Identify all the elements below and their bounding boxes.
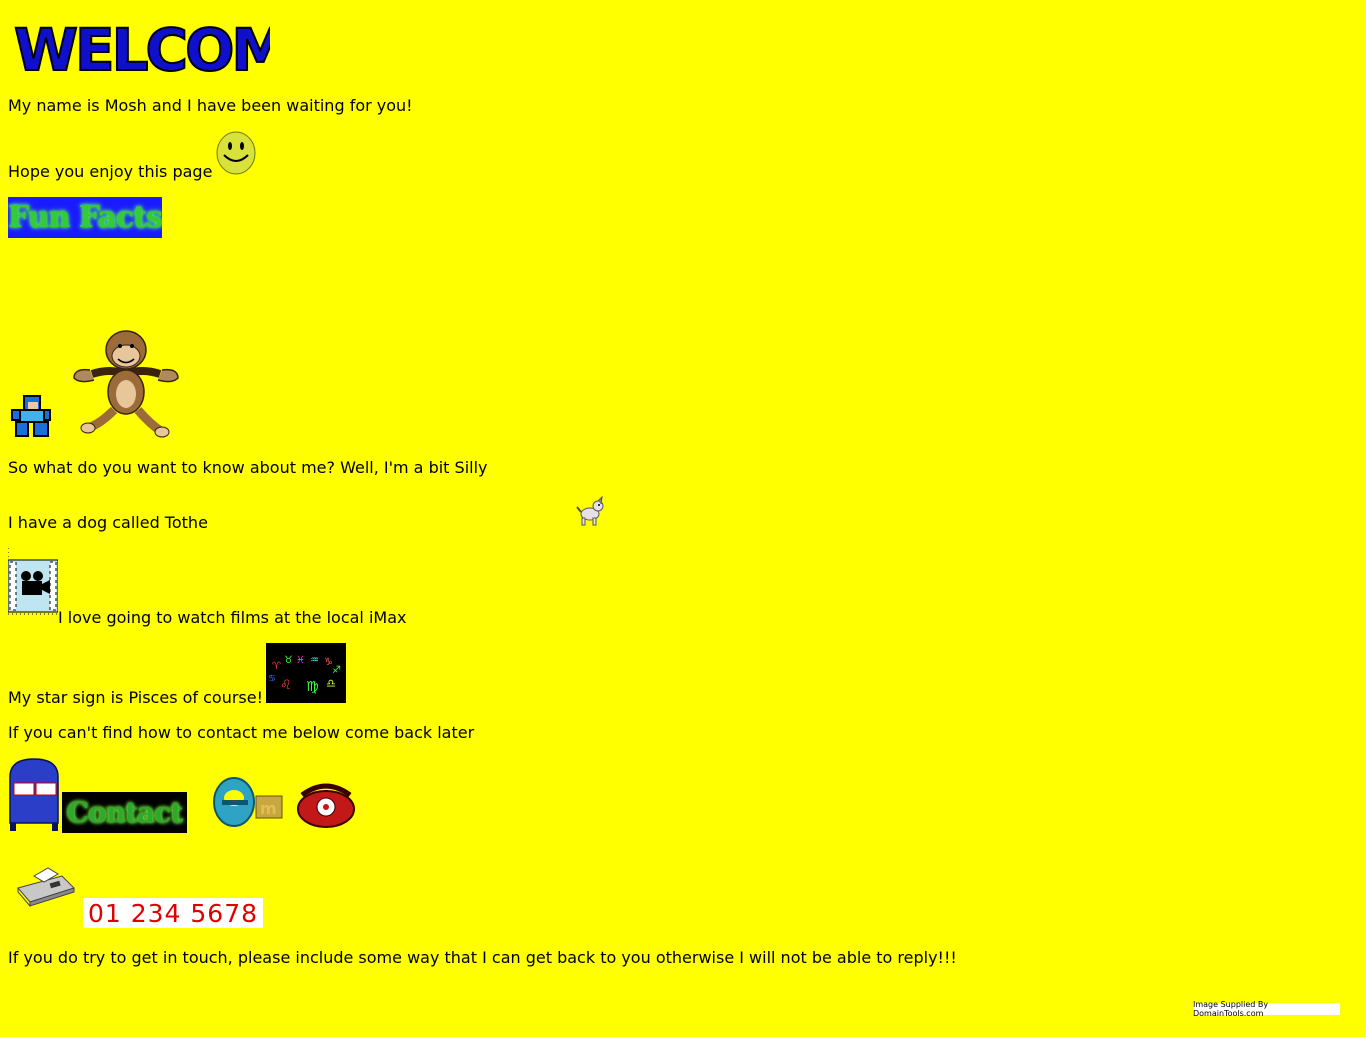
monkey-icon [73, 330, 179, 438]
fact-star-sign: My star sign is Pisces of course! [8, 688, 264, 707]
megaman-icon [11, 395, 51, 437]
dog-icon [576, 496, 604, 526]
contact-banner[interactable]: Contact [62, 792, 187, 833]
svg-text:♓: ♓ [296, 655, 305, 666]
mailbox-icon[interactable] [8, 757, 62, 833]
smiley-icon [216, 131, 256, 175]
welcome-logo: WELCOME! [13, 15, 270, 80]
reply-note: If you do try to get in touch, please in… [8, 948, 957, 967]
fun-facts-banner: Fun Facts [8, 197, 162, 238]
fax-icon[interactable] [14, 866, 76, 908]
email-icon[interactable]: m [212, 774, 284, 830]
svg-text:♉: ♉ [284, 655, 293, 666]
svg-text:♈: ♈ [272, 661, 281, 672]
intro-line-1: My name is Mosh and I have been waiting … [8, 96, 413, 115]
fact-dog: I have a dog called Tothe [8, 513, 208, 532]
svg-text:♌: ♌ [280, 678, 292, 693]
svg-text:♋: ♋ [268, 674, 276, 684]
image-supplied-watermark: Image Supplied By DomainTools.com [1193, 1000, 1340, 1018]
zodiac-icon: ♈ ♉ ♓ ♒ ♑ ♐ ♌ ♍ ♎ ♋ [266, 643, 346, 703]
contact-note: If you can't find how to contact me belo… [8, 723, 475, 742]
svg-text:♐: ♐ [332, 665, 341, 676]
phone-number: 01 234 5678 [83, 898, 263, 928]
fact-films: I love going to watch films at the local… [58, 608, 407, 627]
svg-text:♒: ♒ [310, 655, 319, 666]
svg-text:m: m [260, 799, 277, 818]
welcome-logo-text: WELCOME! [14, 16, 270, 80]
svg-text:♍: ♍ [306, 679, 319, 695]
telephone-icon[interactable] [296, 781, 356, 829]
intro-line-2: Hope you enjoy this page [8, 162, 213, 181]
film-camera-icon [8, 548, 58, 615]
fact-silly: So what do you want to know about me? We… [8, 458, 488, 477]
svg-text:♎: ♎ [326, 677, 336, 690]
